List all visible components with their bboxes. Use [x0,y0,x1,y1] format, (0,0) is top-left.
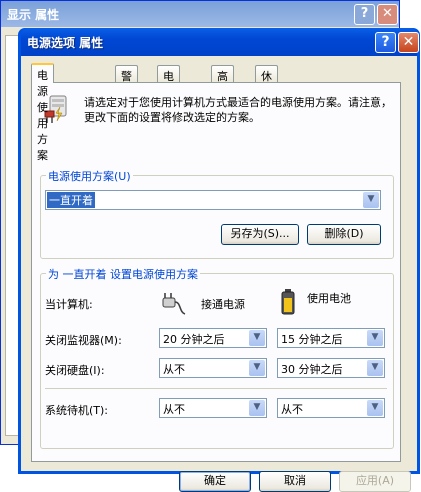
monitor-battery-select[interactable]: 15 分钟之后 ▼ [277,328,385,348]
power-scheme-select[interactable]: 一直开着 ▼ [45,190,381,210]
chevron-down-icon[interactable]: ▼ [363,192,379,208]
power-options-dialog: 电源选项 属性 ? ✕ 电源使用方案 警报 电表 高级 休眠 请选定对于您使用计… [18,28,420,492]
dialog-titlebar[interactable]: 电源选项 属性 ? ✕ [21,28,419,56]
cancel-button[interactable]: 取消 [259,471,331,492]
standby-battery-value: 从不 [281,403,303,416]
chevron-down-icon[interactable]: ▼ [367,330,383,346]
chevron-down-icon[interactable]: ▼ [249,400,265,416]
standby-plugged-select[interactable]: 从不 ▼ [159,398,267,418]
save-as-button[interactable]: 另存为(S)... [221,224,299,245]
help-button[interactable]: ? [375,32,396,53]
scheme-settings-group-label: 为 一直开着 设置电源使用方案 [46,266,200,282]
battery-icon [281,289,295,315]
scheme-settings-group: 为 一直开着 设置电源使用方案 当计算机: 接通电源 使用电池 关闭监视器(M)… [40,266,394,449]
tab-hibernate[interactable]: 休眠 [255,65,278,99]
power-schemes-panel: 请选定对于您使用计算机方式最适合的电源使用方案。请注意，更改下面的设置将修改选定… [31,82,401,462]
power-scheme-value: 一直开着 [47,192,95,208]
close-button[interactable]: ✕ [398,32,419,53]
turn-off-hard-disk-label: 关闭硬盘(I): [45,364,105,377]
standby-plugged-value: 从不 [163,403,185,416]
hard-disk-battery-value: 30 分钟之后 [281,363,343,376]
power-scheme-group: 电源使用方案(U) 一直开着 ▼ 另存为(S)... 删除(D) [40,168,394,259]
hard-disk-plugged-select[interactable]: 从不 ▼ [159,358,267,378]
apply-button[interactable]: 应用(A) [339,471,411,492]
monitor-battery-value: 15 分钟之后 [281,333,343,346]
ok-button[interactable]: 确定 [179,471,251,492]
back-close-button[interactable]: ✕ [377,4,398,25]
settings-separator [45,388,387,389]
chevron-down-icon[interactable]: ▼ [367,360,383,376]
chevron-down-icon[interactable]: ▼ [249,360,265,376]
power-scheme-group-label: 电源使用方案(U) [46,168,133,184]
back-help-button[interactable]: ? [354,4,375,25]
tab-advanced[interactable]: 高级 [211,65,234,99]
tab-power-schemes[interactable]: 电源使用方案 [31,63,54,162]
tab-alarms[interactable]: 警报 [115,65,138,99]
monitor-plugged-value: 20 分钟之后 [163,333,225,346]
hard-disk-plugged-value: 从不 [163,363,185,376]
tab-power-meter[interactable]: 电表 [157,65,180,99]
delete-button[interactable]: 删除(D) [307,224,381,245]
back-window-titlebar[interactable]: 显示 属性 [1,1,399,27]
chevron-down-icon[interactable]: ▼ [367,400,383,416]
dialog-client-area: 电源使用方案 警报 电表 高级 休眠 请选定对于您使用计算机方式最适合的电源使用… [21,56,417,492]
chevron-down-icon[interactable]: ▼ [249,330,265,346]
monitor-plugged-select[interactable]: 20 分钟之后 ▼ [159,328,267,348]
back-window-title: 显示 属性 [7,8,60,22]
plugged-in-label: 接通电源 [201,298,245,311]
back-window-content [5,35,19,436]
hard-disk-battery-select[interactable]: 30 分钟之后 ▼ [277,358,385,378]
plug-icon [162,293,186,315]
system-standby-label: 系统待机(T): [45,404,109,417]
standby-battery-select[interactable]: 从不 ▼ [277,398,385,418]
turn-off-monitor-label: 关闭监视器(M): [45,334,122,347]
dialog-title: 电源选项 属性 [27,36,104,50]
on-batteries-label: 使用电池 [307,292,351,305]
when-computer-label: 当计算机: [45,298,93,311]
intro-text: 请选定对于您使用计算机方式最适合的电源使用方案。请注意，更改下面的设置将修改选定… [84,96,392,124]
